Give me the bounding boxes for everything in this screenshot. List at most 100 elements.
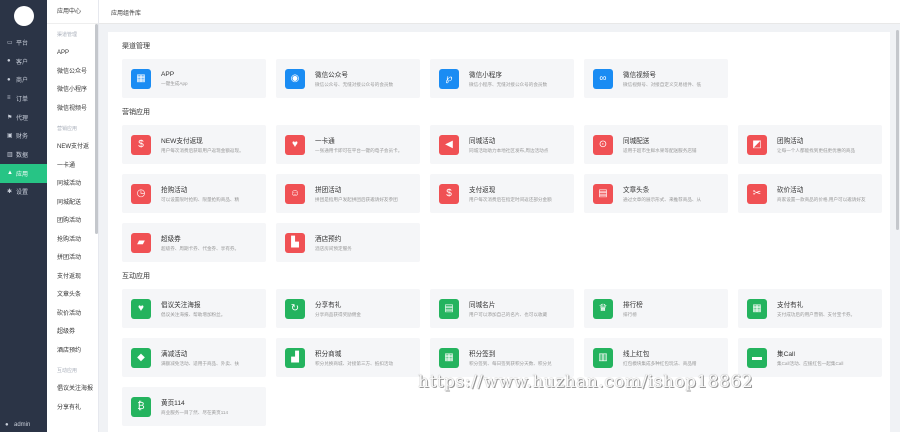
app-card[interactable]: ♥ 一卡通 一张通用卡即可在平台一键的电子会员卡。 [276, 125, 420, 164]
app-card-text: 积分签到 积分签到、每日签到获积分天数、积分兑 [469, 348, 574, 367]
sidebar-item[interactable]: APP [47, 44, 98, 63]
user-icon: ● [7, 58, 11, 65]
gear-icon: ✱ [7, 189, 13, 196]
app-card[interactable]: ▰ 超级券 超级券、周期卡券、代金券、享有券。 [122, 223, 266, 262]
nav-item-8[interactable]: ✱ 设置 [0, 183, 47, 202]
sidebar-item[interactable]: 超级券 [47, 323, 98, 342]
sidebar-item[interactable]: 团购活动 [47, 212, 98, 231]
sidebar-item[interactable]: 同城活动 [47, 175, 98, 194]
app-description: 商业服务一目了然、尽在黄页114 [161, 410, 229, 415]
app-card-text: 倡议关注海报 倡议关注海报、帮助增加粉丝。 [161, 299, 266, 318]
sidebar-item[interactable]: 微信小程序 [47, 81, 98, 100]
app-card-text: 抢购活动 可以设置限时抢购、限量抢购商品、精 [161, 184, 266, 203]
nav-item-2[interactable]: ● 商户 [0, 70, 47, 89]
app-card[interactable]: ₿ 黄页114 商业服务一目了然、尽在黄页114 [122, 387, 266, 426]
app-card[interactable]: ▤ 同城名片 用户可以添加自己的名片、也可以收藏 [430, 289, 574, 328]
app-card[interactable]: ℘ 微信小程序 微信小程序、无缝对接公众号的会员数 [430, 59, 574, 98]
nav-item-label: 商户 [16, 78, 29, 85]
yellow-pages-icon: ₿ [131, 396, 151, 417]
sidebar-item[interactable]: 微信公众号 [47, 63, 98, 82]
nav-item-0[interactable]: ▭ 平台 [0, 33, 47, 52]
sidebar-item[interactable]: 同城配送 [47, 194, 98, 213]
app-card-text: 微信公众号 微信公众号、无缝对接公众号的会员数 [315, 69, 420, 88]
group-buy-icon: ◩ [747, 134, 767, 155]
app-card-text: 一卡通 一张通用卡即可在平台一键的电子会员卡。 [315, 135, 420, 154]
app-description: 集Call活动、应援红包一起集Call [777, 361, 844, 366]
app-description: 红包模块集成多种红包玩法、商品赠 [623, 361, 697, 366]
sidebar-item[interactable]: 支付返现 [47, 268, 98, 287]
list-icon: ≡ [7, 95, 11, 102]
app-card[interactable]: ♛ 排行榜 排行榜 [584, 289, 728, 328]
logo[interactable] [13, 6, 34, 26]
sidebar-group-title: 互动应用 [57, 368, 78, 374]
sidebar-scrollbar[interactable] [95, 24, 98, 234]
nav-item-5[interactable]: ▣ 财务 [0, 126, 47, 145]
app-card-text: 支付返现 用户每次消费后在指定时间返还部分金额 [469, 184, 574, 203]
sidebar-item[interactable]: 一卡通 [47, 157, 98, 176]
red-packet-icon: ▥ [593, 347, 613, 368]
top-header: 应用组件库 [99, 0, 900, 24]
sidebar-item[interactable]: 倡议关注海报 [47, 380, 98, 399]
money-bag-icon: $ [131, 134, 151, 155]
sidebar-item[interactable]: NEW支付返 [47, 138, 98, 157]
app-card[interactable]: $ 支付返现 用户每次消费后在指定时间返还部分金额 [430, 174, 574, 213]
app-card-text: 满减活动 满额减免活动、适用于商品、外卖、扶 [161, 348, 266, 367]
user-menu[interactable]: ● admin [5, 422, 30, 428]
monitor-icon: ▭ [7, 39, 13, 46]
app-card[interactable]: ∞ 微信视频号 微信视频号、对接自定义交易组件、低 [584, 59, 728, 98]
nav-item-6[interactable]: ▥ 数据 [0, 145, 47, 164]
app-description: 超级券、周期卡券、代金券、享有券。 [161, 246, 240, 251]
app-card[interactable]: ▬ 集Call 集Call活动、应援红包一起集Call [738, 338, 882, 377]
app-description: 积分兑换商城、对接第三方、抵扣活动 [315, 361, 394, 366]
username: admin [14, 422, 31, 428]
sidebar-group-title: 渠道管理 [57, 32, 78, 38]
app-card[interactable]: ◆ 满减活动 满额减免活动、适用于商品、外卖、扶 [122, 338, 266, 377]
app-card[interactable]: ▙ 酒店预约 酒店房间预定服务 [276, 223, 420, 262]
app-name: 黄页114 [161, 400, 185, 407]
app-description: 用户每次消费后在指定时间返还部分金额 [469, 197, 552, 202]
app-card-text: 积分商城 积分兑换商城、对接第三方、抵扣活动 [315, 348, 420, 367]
nav-item-label: 客户 [16, 59, 29, 66]
sidebar-item[interactable]: 分享有礼 [47, 399, 98, 418]
sidebar-item[interactable]: 砍价活动 [47, 305, 98, 324]
app-name: 支付有礼 [777, 302, 804, 309]
app-card[interactable]: ▟ 积分商城 积分兑换商城、对接第三方、抵扣活动 [276, 338, 420, 377]
app-name: 线上红包 [623, 351, 650, 358]
nav-item-3[interactable]: ≡ 订单 [0, 89, 47, 108]
chart-icon: ▥ [7, 151, 13, 158]
app-card[interactable]: ✂ 砍价活动 商家设置一款商品的价格,用户可以邀请好友 [738, 174, 882, 213]
sidebar-item[interactable]: 酒店预约 [47, 342, 98, 361]
app-name: 微信视频号 [623, 72, 656, 79]
app-card[interactable]: ▤ 文章头条 通过文章的展示形式、来推荐商品、从 [584, 174, 728, 213]
app-card[interactable]: ◉ 微信公众号 微信公众号、无缝对接公众号的会员数 [276, 59, 420, 98]
sidebar-item[interactable]: 拼团活动 [47, 249, 98, 268]
app-card[interactable]: ♥ 倡议关注海报 倡议关注海报、帮助增加粉丝。 [122, 289, 266, 328]
app-card[interactable]: ◩ 团购活动 让每一个人都能找到更低更优惠的商品 [738, 125, 882, 164]
nav-item-7[interactable]: ▲ 应用 [0, 163, 47, 183]
watermark-text: https://www.huzhan.com/ishop18862 [418, 372, 754, 392]
app-card[interactable]: ▦ APP 一键生成App [122, 59, 266, 98]
app-card-text: 团购活动 让每一个人都能找到更低更优惠的商品 [777, 135, 882, 154]
app-card[interactable]: ◀ 同城活动 同城活动助力本地社区发布,周边活动点 [430, 125, 574, 164]
app-name: 满减活动 [161, 351, 188, 358]
page-scrollbar[interactable] [896, 30, 899, 230]
app-card-text: 文章头条 通过文章的展示形式、来推荐商品、从 [623, 184, 728, 203]
app-description: 倡议关注海报、帮助增加粉丝。 [161, 312, 226, 317]
nav-item-1[interactable]: ● 客户 [0, 52, 47, 71]
app-card[interactable]: ▦ 支付有礼 支付成功后的用户营销、支付宝卡券。 [738, 289, 882, 328]
sidebar-item[interactable]: 微信视频号 [47, 100, 98, 119]
scooter-icon: ⊙ [593, 134, 613, 155]
nav-item-4[interactable]: ⚑ 代理 [0, 108, 47, 127]
heart-icon: ♥ [131, 298, 151, 319]
sidebar-item[interactable]: 抢购活动 [47, 231, 98, 250]
app-card[interactable]: ↻ 分享有礼 分享商品获得奖励佣金 [276, 289, 420, 328]
app-card[interactable]: $ NEW支付返现 用户每次消费后获取用户返现金额返现。 [122, 125, 266, 164]
sidebar-item[interactable]: 文章头条 [47, 286, 98, 305]
wechat-icon: ◉ [285, 68, 305, 89]
app-description: 一张通用卡即可在平台一键的电子会员卡。 [315, 148, 403, 153]
gift-icon: ▦ [747, 298, 767, 319]
app-grid: $ NEW支付返现 用户每次消费后获取用户返现金额返现。 ♥ 一卡通 一张通用卡即可在平台… [122, 125, 882, 262]
app-card[interactable]: ☺ 拼团活动 拼团是指用户发起拼团后获邀请好友参团 [276, 174, 420, 213]
app-card[interactable]: ⊙ 同城配送 适用于超市生鲜水果等配送服务店铺 [584, 125, 728, 164]
app-card[interactable]: ◷ 抢购活动 可以设置限时抢购、限量抢购商品、精 [122, 174, 266, 213]
